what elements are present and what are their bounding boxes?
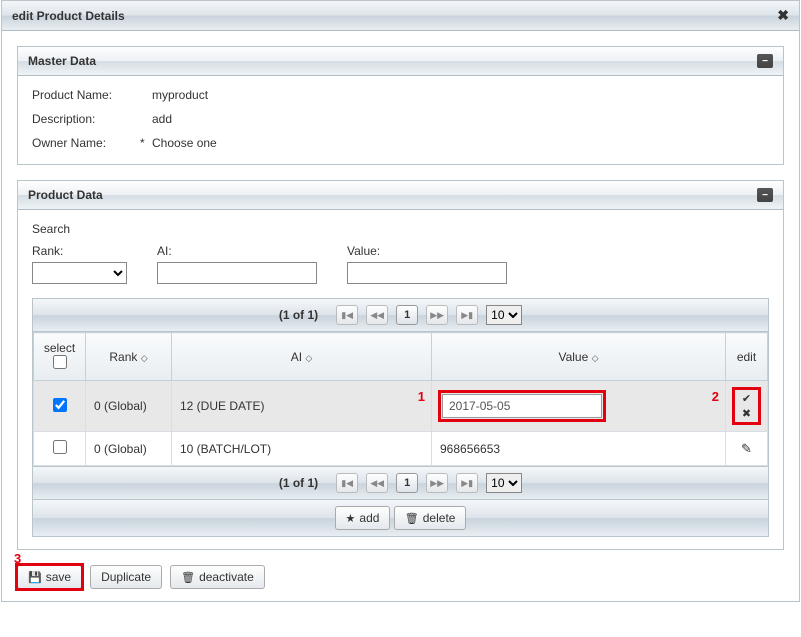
rank-select[interactable] <box>32 262 127 284</box>
value-label: Value: <box>347 244 507 258</box>
bottom-area: 3 💾 save Duplicate 🗑 deactivate <box>17 565 784 589</box>
rank-label: Rank: <box>32 244 127 258</box>
deactivate-button[interactable]: 🗑 deactivate <box>170 565 265 589</box>
product-name-label: Product Name: <box>32 88 140 102</box>
sort-icon: ◇ <box>592 353 599 363</box>
product-name-value: myproduct <box>152 88 208 102</box>
th-ai[interactable]: AI ◇ <box>172 333 432 381</box>
table-row: 0 (Global) 12 (DUE DATE) 1 2 <box>34 381 768 432</box>
search-rank: Rank: <box>32 244 127 284</box>
search-label: Search <box>32 222 769 236</box>
first-page-icon[interactable]: ▮◀ <box>336 305 358 325</box>
ai-label: AI: <box>157 244 317 258</box>
search-value: Value: <box>347 244 507 284</box>
duplicate-button[interactable]: Duplicate <box>90 565 162 589</box>
dialog-title: edit Product Details <box>12 9 125 23</box>
field-owner-name: Owner Name: * Choose one <box>32 136 769 150</box>
collapse-icon[interactable]: − <box>757 188 773 202</box>
page-info: (1 of 1) <box>279 476 318 490</box>
panel-master-body: Product Name: myproduct Description: add… <box>18 76 783 164</box>
select-all-checkbox[interactable] <box>53 355 67 369</box>
close-icon[interactable]: ✖ <box>777 7 789 24</box>
add-button[interactable]: ★ add <box>335 506 391 530</box>
th-rank[interactable]: Rank ◇ <box>86 333 172 381</box>
cell-ai: 10 (BATCH/LOT) <box>172 432 432 466</box>
panel-product-data: Product Data − Search Rank: AI: Value: <box>17 180 784 550</box>
collapse-icon[interactable]: − <box>757 54 773 68</box>
prev-page-icon[interactable]: ◀◀ <box>366 473 388 493</box>
save-icon: 💾 <box>28 571 42 584</box>
last-page-icon[interactable]: ▶▮ <box>456 473 478 493</box>
panel-product-title: Product Data <box>28 188 103 202</box>
panel-master-data: Master Data − Product Name: myproduct De… <box>17 46 784 165</box>
row-checkbox[interactable] <box>53 398 67 412</box>
page-number[interactable]: 1 <box>396 305 418 325</box>
table-row: 0 (Global) 10 (BATCH/LOT) 968656653 ✎ <box>34 432 768 466</box>
table-action-bar: ★ add 🗑 delete <box>33 499 768 536</box>
cell-value: 2 <box>432 381 726 432</box>
cell-rank: 0 (Global) <box>86 381 172 432</box>
cell-edit: ✔ ✖ <box>726 381 768 432</box>
next-page-icon[interactable]: ▶▶ <box>426 473 448 493</box>
cell-select <box>34 381 86 432</box>
data-table: select Rank ◇ AI ◇ Value <box>33 332 768 466</box>
last-page-icon[interactable]: ▶▮ <box>456 305 478 325</box>
description-label: Description: <box>32 112 140 126</box>
owner-name-label: Owner Name: <box>32 136 140 150</box>
confirm-icon[interactable]: ✔ <box>742 392 751 405</box>
first-page-icon[interactable]: ▮◀ <box>336 473 358 493</box>
prev-page-icon[interactable]: ◀◀ <box>366 305 388 325</box>
page-size-select[interactable]: 10 <box>486 473 522 493</box>
cell-select <box>34 432 86 466</box>
dialog-content: Master Data − Product Name: myproduct De… <box>2 31 799 601</box>
annotation-2: 2 <box>712 389 719 404</box>
cancel-icon[interactable]: ✖ <box>742 407 751 420</box>
field-product-name: Product Name: myproduct <box>32 88 769 102</box>
star-icon: ★ <box>346 512 356 525</box>
dialog: edit Product Details ✖ Master Data − Pro… <box>1 0 800 602</box>
annotation-3: 3 <box>14 551 21 566</box>
panel-product-header: Product Data − <box>18 181 783 210</box>
save-button[interactable]: 💾 save <box>17 565 82 589</box>
row-checkbox[interactable] <box>53 440 67 454</box>
cell-rank: 0 (Global) <box>86 432 172 466</box>
field-description: Description: add <box>32 112 769 126</box>
trash-icon: 🗑 <box>405 512 419 525</box>
cell-edit: ✎ <box>726 432 768 466</box>
panel-master-header: Master Data − <box>18 47 783 76</box>
page-number[interactable]: 1 <box>396 473 418 493</box>
page-info: (1 of 1) <box>279 308 318 322</box>
search-ai: AI: <box>157 244 317 284</box>
description-value: add <box>152 112 172 126</box>
annotation-1: 1 <box>418 389 425 404</box>
sort-icon: ◇ <box>141 353 148 363</box>
cell-value: 968656653 <box>432 432 726 466</box>
paginator-top: (1 of 1) ▮◀ ◀◀ 1 ▶▶ ▶▮ 10 <box>33 299 768 332</box>
th-value[interactable]: Value ◇ <box>432 333 726 381</box>
value-edit-input[interactable] <box>442 394 602 418</box>
cell-ai: 12 (DUE DATE) 1 <box>172 381 432 432</box>
bottom-buttons: 💾 save Duplicate 🗑 deactivate <box>17 565 784 589</box>
ai-input[interactable] <box>157 262 317 284</box>
trash-icon: 🗑 <box>181 571 195 584</box>
next-page-icon[interactable]: ▶▶ <box>426 305 448 325</box>
paginator-bottom: (1 of 1) ▮◀ ◀◀ 1 ▶▶ ▶▮ 10 <box>33 466 768 499</box>
panel-product-body: Search Rank: AI: Value: <box>18 210 783 549</box>
th-select: select <box>34 333 86 381</box>
panel-master-title: Master Data <box>28 54 96 68</box>
sort-icon: ◇ <box>305 353 312 363</box>
pencil-icon[interactable]: ✎ <box>741 441 752 456</box>
page-size-select[interactable]: 10 <box>486 305 522 325</box>
value-input[interactable] <box>347 262 507 284</box>
owner-name-value[interactable]: Choose one <box>152 136 217 150</box>
required-marker: * <box>140 136 152 150</box>
data-table-wrap: (1 of 1) ▮◀ ◀◀ 1 ▶▶ ▶▮ 10 <box>32 298 769 537</box>
search-row: Rank: AI: Value: <box>32 244 769 284</box>
dialog-header: edit Product Details ✖ <box>2 1 799 31</box>
th-edit: edit <box>726 333 768 381</box>
delete-button[interactable]: 🗑 delete <box>394 506 467 530</box>
